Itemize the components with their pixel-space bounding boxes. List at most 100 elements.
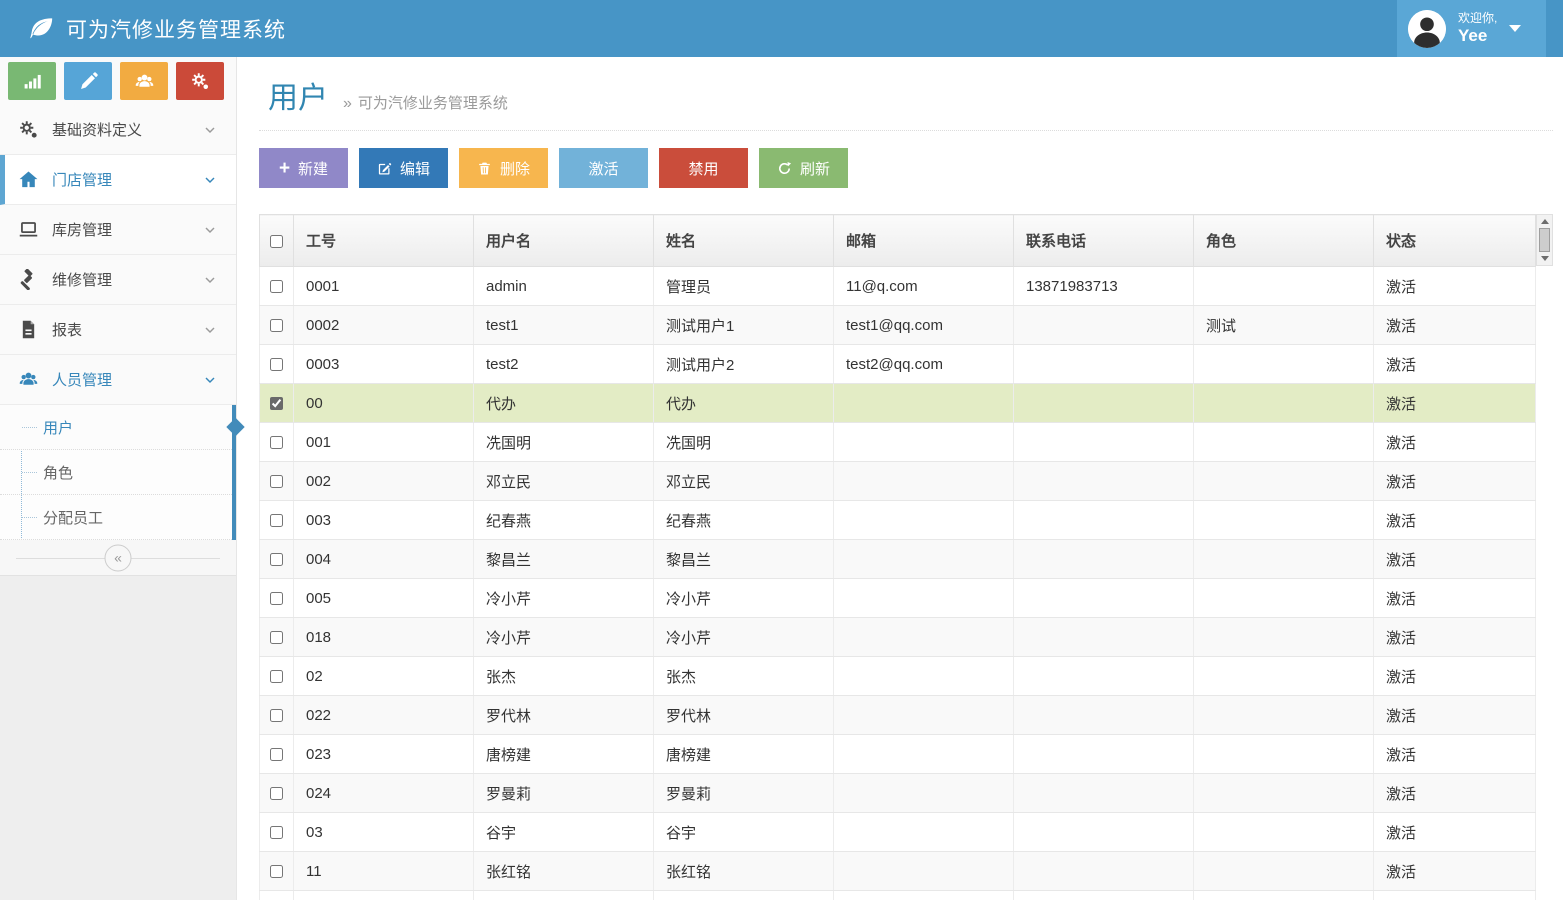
scroll-thumb[interactable] <box>1539 228 1550 252</box>
table-row[interactable]: 003纪春燕纪春燕激活 <box>260 501 1536 540</box>
select-all-header <box>260 215 294 267</box>
shortcut-chart-button[interactable] <box>8 62 56 100</box>
table-row[interactable]: 0001admin管理员11@q.com13871983713激活 <box>260 267 1536 306</box>
table-row[interactable]: 024罗曼莉罗曼莉激活 <box>260 774 1536 813</box>
row-checkbox[interactable] <box>270 748 283 761</box>
row-checkbox[interactable] <box>270 280 283 293</box>
sidebar-subitem-assign-staff[interactable]: 分配员工 <box>0 495 232 540</box>
shortcut-settings-button[interactable] <box>176 62 224 100</box>
row-checkbox[interactable] <box>270 319 283 332</box>
cell-username: 张红铭 <box>474 852 654 891</box>
cell-id: 018 <box>294 618 474 657</box>
cell-name: 张杰 <box>654 657 834 696</box>
edit-button[interactable]: 编辑 <box>359 148 448 188</box>
table-row[interactable]: 02张杰张杰激活 <box>260 657 1536 696</box>
row-checkbox[interactable] <box>270 436 283 449</box>
new-button[interactable]: + 新建 <box>259 148 348 188</box>
column-header[interactable]: 用户名 <box>474 215 654 267</box>
row-checkbox[interactable] <box>270 514 283 527</box>
cell-username: 罗曼莉 <box>474 774 654 813</box>
cell-phone <box>1014 696 1194 735</box>
refresh-button[interactable]: 刷新 <box>759 148 848 188</box>
cell-phone <box>1014 306 1194 345</box>
table-row[interactable]: 12何红梅何红梅激活 <box>260 891 1536 900</box>
scroll-up-button[interactable] <box>1541 219 1549 224</box>
table-row[interactable]: 002邓立民邓立民激活 <box>260 462 1536 501</box>
cell-id: 0002 <box>294 306 474 345</box>
cell-role: 测试 <box>1194 306 1374 345</box>
column-header[interactable]: 姓名 <box>654 215 834 267</box>
cell-status: 激活 <box>1374 852 1536 891</box>
column-header[interactable]: 角色 <box>1194 215 1374 267</box>
user-menu[interactable]: 欢迎你, Yee <box>1397 0 1546 57</box>
cell-email: 11@q.com <box>834 267 1014 306</box>
sidebar-item-stores[interactable]: 门店管理 <box>0 155 236 205</box>
sidebar-subitem-users[interactable]: 用户 <box>0 405 232 450</box>
table-row[interactable]: 005冷小芹冷小芹激活 <box>260 579 1536 618</box>
table-row[interactable]: 004黎昌兰黎昌兰激活 <box>260 540 1536 579</box>
cell-email: test1@qq.com <box>834 306 1014 345</box>
table-row[interactable]: 03谷宇谷宇激活 <box>260 813 1536 852</box>
cell-name: 冷小芹 <box>654 618 834 657</box>
table-row[interactable]: 0002test1测试用户1test1@qq.com测试激活 <box>260 306 1536 345</box>
chevron-down-icon <box>202 172 218 188</box>
table-row[interactable]: 11张红铭张红铭激活 <box>260 852 1536 891</box>
cell-role <box>1194 618 1374 657</box>
cell-id: 03 <box>294 813 474 852</box>
table-row[interactable]: 023唐榜建唐榜建激活 <box>260 735 1536 774</box>
row-checkbox[interactable] <box>270 670 283 683</box>
disable-button[interactable]: 禁用 <box>659 148 748 188</box>
cell-phone <box>1014 462 1194 501</box>
sidebar-collapse-button[interactable]: « <box>105 544 132 571</box>
document-icon <box>18 319 39 340</box>
sidebar-item-personnel[interactable]: 人员管理 <box>0 355 236 405</box>
cell-email <box>834 618 1014 657</box>
sidebar-item-basic-data[interactable]: 基础资料定义 <box>0 105 236 155</box>
sidebar-item-warehouse[interactable]: 库房管理 <box>0 205 236 255</box>
cell-status: 激活 <box>1374 696 1536 735</box>
row-checkbox[interactable] <box>270 709 283 722</box>
sidebar: 基础资料定义 门店管理 库房管理 维修管理 <box>0 57 237 900</box>
row-checkbox[interactable] <box>270 397 283 410</box>
users-icon <box>18 369 39 390</box>
sidebar-item-repair[interactable]: 维修管理 <box>0 255 236 305</box>
cell-name: 罗代林 <box>654 696 834 735</box>
shortcut-users-button[interactable] <box>120 62 168 100</box>
cell-id: 02 <box>294 657 474 696</box>
column-header[interactable]: 联系电话 <box>1014 215 1194 267</box>
row-checkbox[interactable] <box>270 865 283 878</box>
table-row[interactable]: 001冼国明冼国明激活 <box>260 423 1536 462</box>
column-header[interactable]: 状态 <box>1374 215 1536 267</box>
cell-email <box>834 501 1014 540</box>
cell-role <box>1194 540 1374 579</box>
checkbox-cell <box>260 618 294 657</box>
sidebar-subitem-roles[interactable]: 角色 <box>0 450 232 495</box>
page-title: 用户 <box>268 73 328 117</box>
cell-id: 023 <box>294 735 474 774</box>
row-checkbox[interactable] <box>270 826 283 839</box>
button-label: 禁用 <box>688 158 718 179</box>
row-checkbox[interactable] <box>270 631 283 644</box>
activate-button[interactable]: 激活 <box>559 148 648 188</box>
cell-status: 激活 <box>1374 735 1536 774</box>
select-all-checkbox[interactable] <box>270 235 283 248</box>
delete-button[interactable]: 删除 <box>459 148 548 188</box>
row-checkbox[interactable] <box>270 787 283 800</box>
column-header[interactable]: 工号 <box>294 215 474 267</box>
row-checkbox[interactable] <box>270 475 283 488</box>
sidebar-item-reports[interactable]: 报表 <box>0 305 236 355</box>
table-row[interactable]: 022罗代林罗代林激活 <box>260 696 1536 735</box>
cell-role <box>1194 735 1374 774</box>
table-row[interactable]: 018冷小芹冷小芹激活 <box>260 618 1536 657</box>
column-header[interactable]: 邮箱 <box>834 215 1014 267</box>
cell-role <box>1194 579 1374 618</box>
table-row[interactable]: 0003test2测试用户2test2@qq.com激活 <box>260 345 1536 384</box>
row-checkbox[interactable] <box>270 592 283 605</box>
row-checkbox[interactable] <box>270 553 283 566</box>
table-row[interactable]: 00代办代办激活 <box>260 384 1536 423</box>
row-checkbox[interactable] <box>270 358 283 371</box>
app-title: 可为汽修业务管理系统 <box>66 14 286 44</box>
checkbox-cell <box>260 579 294 618</box>
scroll-down-button[interactable] <box>1541 256 1549 261</box>
shortcut-edit-button[interactable] <box>64 62 112 100</box>
